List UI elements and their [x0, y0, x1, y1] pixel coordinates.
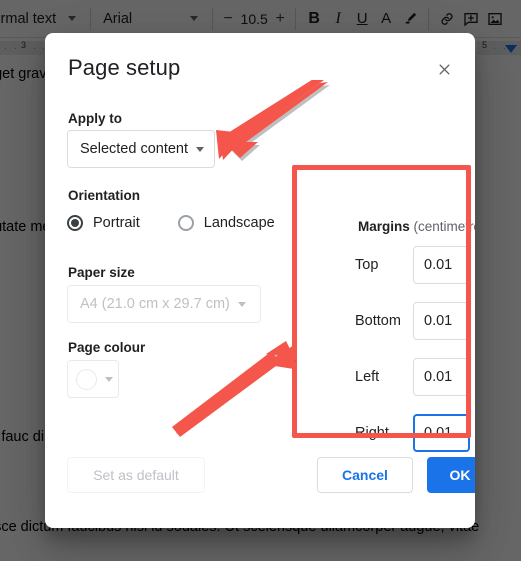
page-colour-picker [67, 360, 119, 398]
paper-size-label: Paper size [68, 265, 135, 280]
page-colour-label: Page colour [68, 340, 146, 355]
margins-units: (centimetres) [413, 219, 475, 234]
margin-bottom-label: Bottom [355, 313, 401, 329]
cancel-button[interactable]: Cancel [317, 457, 413, 493]
margin-left-label: Left [355, 369, 380, 385]
radio-portrait-label: Portrait [93, 215, 140, 231]
apply-to-value: Selected content [80, 141, 189, 157]
apply-to-label: Apply to [68, 111, 122, 126]
dialog-title: Page setup [68, 55, 181, 80]
chevron-down-icon [105, 376, 113, 382]
page-colour-swatch [76, 368, 97, 390]
margins-title: Margins [358, 219, 410, 234]
margin-right-input[interactable] [413, 414, 470, 452]
margin-bottom-input[interactable] [413, 302, 470, 340]
margin-row-right: Right [355, 414, 475, 452]
page-setup-dialog: Page setup Apply to Selected content Ori… [45, 33, 475, 528]
chevron-down-icon [237, 301, 246, 307]
ok-button[interactable]: OK [427, 457, 475, 493]
margin-right-label: Right [355, 425, 389, 441]
radio-landscape-label: Landscape [203, 215, 275, 231]
margin-row-left: Left [355, 358, 475, 396]
chevron-down-icon [196, 146, 205, 152]
close-icon[interactable] [431, 56, 457, 82]
screenshot-root: Normal text Arial − 10.5 + B I U A [0, 0, 521, 561]
paper-size-value: A4 (21.0 cm x 29.7 cm) [80, 296, 230, 312]
margin-top-label: Top [355, 257, 379, 273]
margin-row-top: Top [355, 246, 475, 284]
orientation-label: Orientation [68, 188, 141, 203]
paper-size-dropdown: A4 (21.0 cm x 29.7 cm) [67, 285, 261, 323]
margin-left-input[interactable] [413, 358, 470, 396]
orientation-radio-group: Portrait Landscape [67, 215, 275, 231]
radio-landscape[interactable] [177, 215, 194, 231]
margins-label: Margins (centimetres) [358, 219, 475, 234]
margin-top-input[interactable] [413, 246, 470, 284]
set-as-default-button: Set as default [67, 457, 205, 493]
radio-portrait[interactable] [67, 215, 83, 231]
margin-row-bottom: Bottom [355, 302, 475, 340]
apply-to-dropdown[interactable]: Selected content [67, 130, 215, 168]
